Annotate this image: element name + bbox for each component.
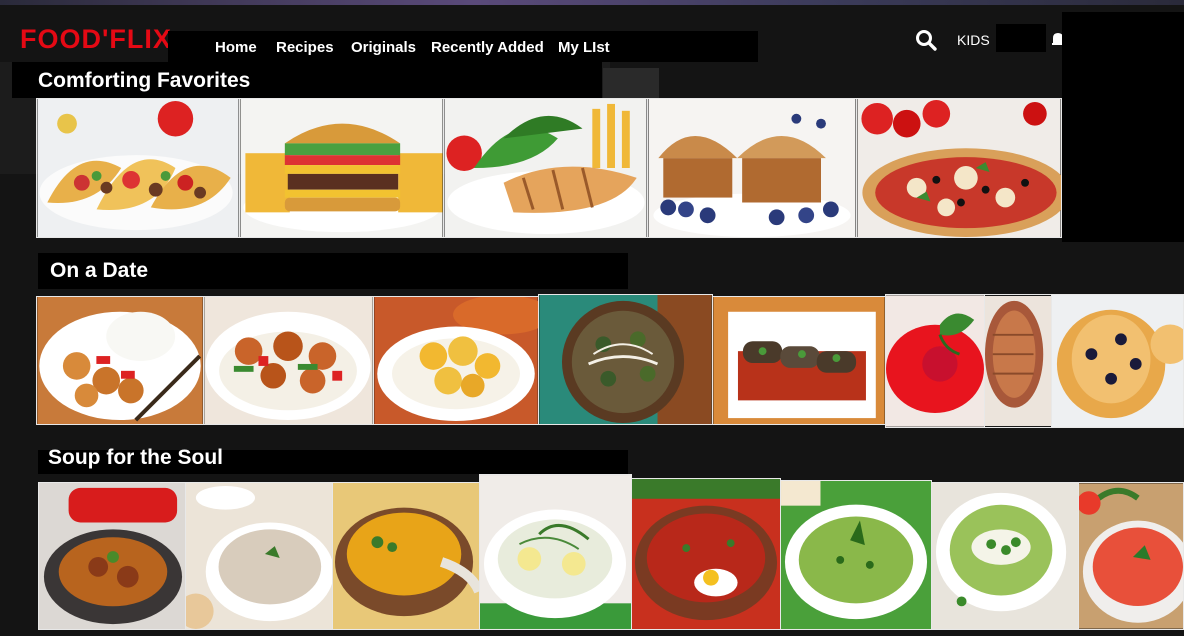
borscht-image [632,479,780,629]
tile-tomato-gazpacho[interactable] [1078,482,1184,630]
tile-stew-red-pot[interactable] [38,482,186,630]
tile-mushroom-cream-soup[interactable] [185,482,333,630]
hero-background-patch [603,68,659,98]
chicken-salad-image [444,99,647,237]
stew-image [39,483,185,629]
mushroom-soup-image [186,483,332,629]
tile-green-pea-soup[interactable] [931,482,1079,630]
tile-blueberry-pastry[interactable] [1051,294,1184,428]
app-logo[interactable]: FOOD'FLIX [20,24,172,54]
tile-sweet-sour-chicken[interactable] [36,296,204,425]
row-title-on-a-date[interactable]: On a Date [50,259,148,283]
tile-cheeseburger[interactable] [239,98,444,238]
nav-recently-added[interactable]: Recently Added [431,39,544,57]
kids-link[interactable]: KIDS [957,32,990,48]
skillet-image [539,295,712,424]
avatar[interactable] [996,24,1046,52]
loaf-image [985,295,1051,427]
raspberry-dessert-image [886,295,984,427]
nav-home[interactable]: Home [215,39,257,57]
tile-grilled-chicken-salad[interactable] [443,98,648,238]
tile-tacos[interactable] [36,98,240,238]
tile-green-cream-soup[interactable] [780,480,932,630]
tile-cold-egg-herb-soup[interactable] [479,474,632,630]
pumpkin-soup-image [333,483,479,629]
tile-blueberry-muffins[interactable] [647,98,857,238]
pastry-image [1052,295,1183,427]
nav-my-list[interactable]: My LIst [558,39,610,57]
egg-herb-soup-image [480,475,631,629]
tile-borscht[interactable] [631,478,781,630]
nav-originals[interactable]: Originals [351,39,416,57]
curry-image [374,297,538,424]
tile-chicken-stir-fry[interactable] [203,296,374,425]
tile-roasted-vegetable-skillet[interactable] [538,294,713,425]
redacted-panel [1062,12,1184,242]
tile-sliced-loaf[interactable] [984,294,1052,428]
tacos-image [37,99,239,237]
pizza-image [857,99,1061,237]
top-accent-line [0,0,1184,5]
pea-soup-image [932,483,1078,629]
tile-cauliflower-curry[interactable] [373,296,539,425]
search-icon[interactable] [914,28,938,52]
sweet-sour-chicken-image [37,297,203,424]
green-soup-image [781,481,931,629]
tile-pumpkin-soup[interactable] [332,482,480,630]
eggplant-rolls-image [713,297,885,424]
gazpacho-image [1079,483,1183,629]
burger-image [240,99,443,237]
tile-stuffed-eggplant-rolls[interactable] [712,296,886,425]
row-title-comforting-favorites[interactable]: Comforting Favorites [38,69,250,93]
row-title-soup-for-the-soul[interactable]: Soup for the Soul [48,446,223,470]
stir-fry-image [204,297,373,424]
muffins-image [648,99,856,237]
nav-recipes[interactable]: Recipes [276,39,334,57]
tile-raspberry-dessert[interactable] [885,294,985,428]
tile-pizza[interactable] [856,98,1062,238]
